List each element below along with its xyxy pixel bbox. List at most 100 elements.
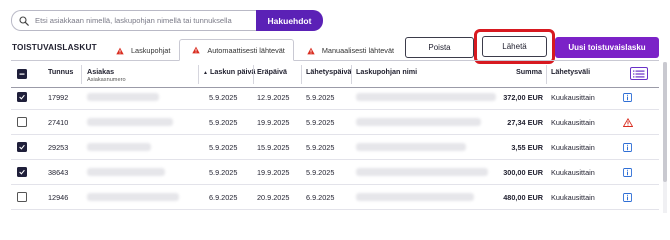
sort-ascending-icon: ▲ xyxy=(203,70,208,76)
info-icon[interactable] xyxy=(623,143,632,152)
search-field[interactable] xyxy=(11,10,256,31)
cell-due-date: 20.9.2025 xyxy=(257,193,290,202)
col-header-id[interactable]: Tunnus xyxy=(48,67,73,76)
col-header-invoice-date[interactable]: ▲ Laskun päivä xyxy=(203,67,256,76)
warning-icon xyxy=(116,47,124,54)
delete-button[interactable]: Poista xyxy=(405,37,474,58)
column-separator xyxy=(301,65,302,84)
column-separator xyxy=(253,65,254,84)
search-input[interactable] xyxy=(35,16,255,25)
tab-label: Automaattisesti lähtevät xyxy=(207,45,285,55)
tab-label: Manuaalisesti lähtevät xyxy=(321,46,395,55)
table-row[interactable]: 12946 6.9.2025 20.9.2025 6.9.2025 480,00… xyxy=(11,185,659,210)
tab-bar: Laskupohjat Automaattisesti lähtevät Man… xyxy=(103,39,403,61)
redacted-template-name xyxy=(356,93,496,101)
cell-invoice-date: 5.9.2025 xyxy=(209,168,238,177)
column-separator xyxy=(198,65,199,84)
cell-id: 12946 xyxy=(48,193,69,202)
cell-due-date: 12.9.2025 xyxy=(257,93,290,102)
column-separator xyxy=(546,65,547,84)
page-title: TOISTUVAISLASKUT xyxy=(12,43,97,52)
cell-id: 29253 xyxy=(48,143,69,152)
col-header-interval[interactable]: Lähetysväli xyxy=(551,67,590,76)
cell-interval: Kuukausittain xyxy=(551,93,595,102)
tab-manual[interactable]: Manuaalisesti lähtevät xyxy=(294,39,403,61)
cell-send-date: 5.9.2025 xyxy=(306,93,335,102)
cell-id: 38643 xyxy=(48,168,69,177)
cell-interval: Kuukausittain xyxy=(551,118,595,127)
col-header-amount[interactable]: Summa xyxy=(516,67,542,76)
row-checkbox[interactable] xyxy=(17,92,27,102)
redacted-template-name xyxy=(356,193,474,201)
column-settings-button[interactable] xyxy=(630,67,648,80)
table-header: Tunnus Asiakas Asiakasnumero ▲ Laskun pä… xyxy=(11,61,659,88)
info-icon[interactable] xyxy=(623,93,632,102)
recurring-invoices-table: Tunnus Asiakas Asiakasnumero ▲ Laskun pä… xyxy=(11,61,659,213)
new-recurring-invoice-button[interactable]: Uusi toistuvaislasku xyxy=(555,37,659,58)
checkmark-icon xyxy=(19,144,25,150)
cell-interval: Kuukausittain xyxy=(551,193,595,202)
cell-due-date: 19.9.2025 xyxy=(257,168,290,177)
cell-amount: 27,34 EUR xyxy=(507,118,543,127)
redacted-customer xyxy=(87,193,179,201)
cell-invoice-date: 5.9.2025 xyxy=(209,143,238,152)
redacted-template-name xyxy=(356,118,481,126)
search-bar: Hakuehdot xyxy=(11,10,323,31)
warning-icon xyxy=(307,47,315,54)
redacted-template-name xyxy=(356,143,466,151)
tab-label: Laskupohjat xyxy=(131,46,171,55)
select-all-checkbox[interactable] xyxy=(17,69,27,79)
col-header-send-date[interactable]: Lähetyspäivä xyxy=(306,67,352,76)
cell-interval: Kuukausittain xyxy=(551,168,595,177)
checkmark-icon xyxy=(19,169,25,175)
checkmark-icon xyxy=(19,94,25,100)
row-checkbox[interactable] xyxy=(17,167,27,177)
cell-interval: Kuukausittain xyxy=(551,143,595,152)
col-header-template-name[interactable]: Laskupohjan nimi xyxy=(356,67,417,76)
col-header-invoice-date-label: Laskun päivä xyxy=(209,67,256,76)
info-icon[interactable] xyxy=(623,193,632,202)
cell-send-date: 5.9.2025 xyxy=(306,143,335,152)
table-row[interactable]: 27410 5.9.2025 19.9.2025 5.9.2025 27,34 … xyxy=(11,110,659,135)
cell-invoice-date: 5.9.2025 xyxy=(209,93,238,102)
column-separator xyxy=(81,65,82,84)
cell-send-date: 6.9.2025 xyxy=(306,193,335,202)
redacted-customer xyxy=(87,143,151,151)
cell-id: 17992 xyxy=(48,93,69,102)
cell-amount: 300,00 EUR xyxy=(503,168,543,177)
cell-send-date: 5.9.2025 xyxy=(306,168,335,177)
col-header-due-date[interactable]: Eräpäivä xyxy=(257,67,287,76)
search-filters-button[interactable]: Hakuehdot xyxy=(256,10,323,31)
list-icon xyxy=(633,70,645,78)
warning-icon xyxy=(192,46,201,54)
column-separator xyxy=(351,65,352,84)
cell-send-date: 5.9.2025 xyxy=(306,118,335,127)
minus-icon xyxy=(19,73,25,75)
cell-due-date: 19.9.2025 xyxy=(257,118,290,127)
cell-due-date: 15.9.2025 xyxy=(257,143,290,152)
redacted-customer xyxy=(87,93,159,101)
row-checkbox[interactable] xyxy=(17,192,27,202)
cell-invoice-date: 5.9.2025 xyxy=(209,118,238,127)
cell-invoice-date: 6.9.2025 xyxy=(209,193,238,202)
col-header-customer[interactable]: Asiakas xyxy=(87,67,114,76)
cell-id: 27410 xyxy=(48,118,69,127)
row-checkbox[interactable] xyxy=(17,117,27,127)
warning-icon[interactable] xyxy=(623,118,633,127)
info-icon[interactable] xyxy=(623,168,632,177)
search-icon xyxy=(19,15,29,26)
tab-automatic[interactable]: Automaattisesti lähtevät xyxy=(179,39,294,61)
tab-invoice-templates[interactable]: Laskupohjat xyxy=(103,39,179,61)
cell-amount: 3,55 EUR xyxy=(511,143,543,152)
col-header-customer-number: Asiakasnumero xyxy=(87,77,126,83)
table-row[interactable]: 38643 5.9.2025 19.9.2025 5.9.2025 300,00… xyxy=(11,160,659,185)
table-row[interactable]: 29253 5.9.2025 15.9.2025 5.9.2025 3,55 E… xyxy=(11,135,659,160)
redacted-template-name xyxy=(356,168,488,176)
send-button[interactable]: Lähetä xyxy=(482,36,547,57)
table-row[interactable]: 17992 5.9.2025 12.9.2025 5.9.2025 372,00… xyxy=(11,85,659,110)
cell-amount: 372,00 EUR xyxy=(503,93,543,102)
cell-amount: 480,00 EUR xyxy=(503,193,543,202)
redacted-customer xyxy=(87,118,173,126)
row-checkbox[interactable] xyxy=(17,142,27,152)
scrollbar-thumb[interactable] xyxy=(663,62,667,182)
